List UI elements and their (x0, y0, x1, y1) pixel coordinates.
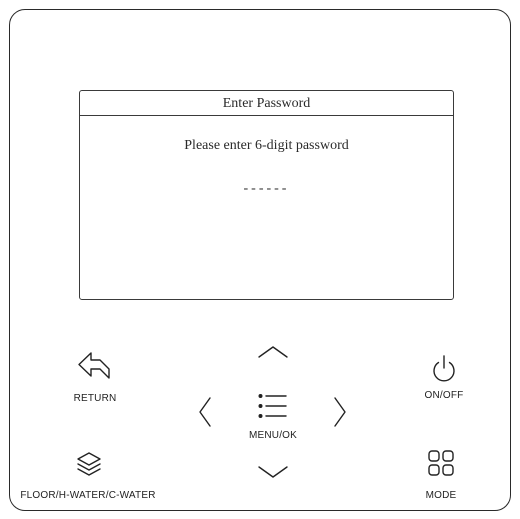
chevron-up-icon (258, 346, 288, 358)
right-button[interactable] (329, 393, 351, 431)
menu-ok-button[interactable]: MENU/OK (238, 388, 308, 443)
chevron-left-icon (199, 397, 211, 427)
mode-label: MODE (425, 490, 457, 501)
screen-title: Enter Password (80, 91, 453, 116)
left-button[interactable] (194, 393, 216, 431)
down-button[interactable] (253, 460, 293, 484)
up-button[interactable] (253, 340, 293, 364)
floor-water-label: FLOOR/H-WATER/C-WATER (20, 490, 156, 501)
power-button[interactable]: ON/OFF (404, 350, 484, 405)
lcd-screen: Enter Password Please enter 6-digit pass… (79, 90, 454, 300)
chevron-right-icon (334, 397, 346, 427)
menu-ok-label: MENU/OK (248, 430, 298, 441)
menu-icon (258, 394, 287, 419)
power-label: ON/OFF (424, 390, 464, 401)
return-icon (78, 352, 110, 379)
password-field[interactable]: ------ (80, 181, 453, 197)
chevron-down-icon (258, 466, 288, 478)
grid-icon (428, 450, 454, 476)
return-label: RETURN (73, 393, 117, 404)
layers-icon (77, 452, 101, 476)
password-prompt: Please enter 6-digit password (184, 138, 349, 153)
power-icon (433, 355, 455, 382)
return-button[interactable]: RETURN (50, 345, 140, 410)
floor-water-button[interactable]: FLOOR/H-WATER/C-WATER (7, 446, 169, 504)
mode-button[interactable]: MODE (411, 446, 471, 504)
